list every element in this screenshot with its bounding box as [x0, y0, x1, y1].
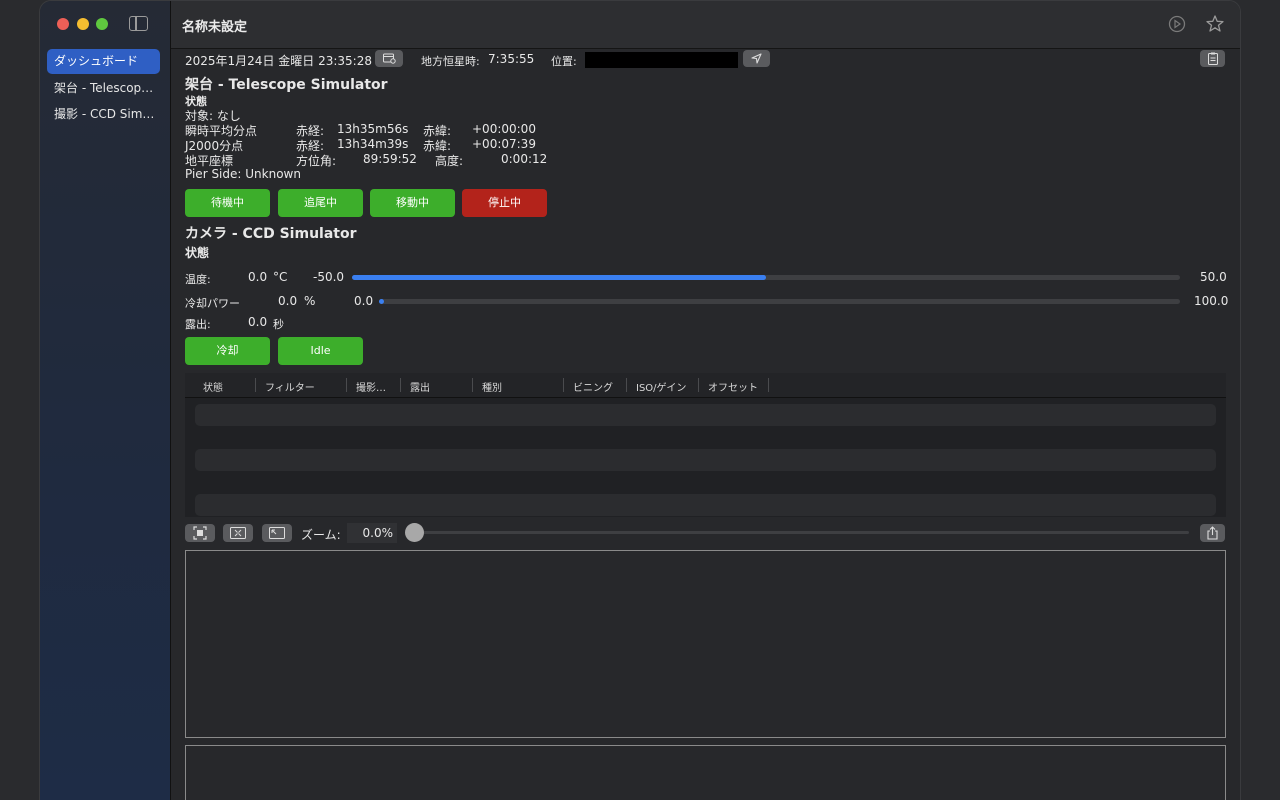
expand-image-icon [269, 527, 285, 539]
column-header[interactable]: ISO/ゲイン [636, 379, 686, 394]
table-header: 状態 フィルター 撮影… 露出 種別 ビニング ISO/ゲイン オフセット [185, 373, 1226, 398]
coord-b-label: 高度: [435, 154, 464, 168]
stop-status-button[interactable]: 停止中 [462, 189, 547, 217]
idle-button[interactable]: Idle [278, 337, 363, 365]
temperature-min: -50.0 [313, 270, 345, 284]
temperature-unit: °C [273, 270, 288, 284]
sidebar-item-label: ダッシュボード [54, 54, 139, 68]
camera-status-label: 状態 [185, 246, 210, 260]
image-preview-panel[interactable] [185, 550, 1226, 738]
column-divider [472, 378, 473, 392]
clipboard-button[interactable] [1200, 50, 1225, 67]
sidebar-toggle-icon[interactable] [129, 16, 148, 31]
column-header[interactable]: 種別 [482, 379, 502, 394]
zoom-out-image-button[interactable] [223, 524, 253, 542]
current-datetime: 2025年1月24日 金曜日 23:35:28 [185, 54, 372, 68]
location-label: 位置: [551, 55, 577, 68]
location-arrow-icon [751, 53, 762, 64]
exposure-label: 露出: [185, 318, 211, 331]
pier-side: Pier Side: Unknown [185, 167, 301, 181]
sidebar-item-dashboard[interactable]: ダッシュボード [47, 49, 160, 74]
cooler-power-bar-fill [379, 299, 384, 304]
coord-a-value: 13h34m39s [337, 137, 409, 151]
column-header[interactable]: フィルター [265, 379, 315, 394]
play-circle-icon[interactable] [1168, 15, 1186, 33]
column-divider [768, 378, 769, 392]
column-header[interactable]: ビニング [573, 379, 613, 394]
zoom-value-field[interactable]: 0.0% [347, 523, 397, 543]
camera-heading: カメラ - CCD Simulator [185, 226, 357, 242]
sidebar: ダッシュボード 架台 - Telescope Simulator 撮影 - CC… [40, 1, 171, 800]
zoom-label: ズーム: [301, 528, 341, 542]
location-field[interactable] [585, 52, 738, 68]
table-row[interactable] [195, 494, 1216, 516]
zoom-slider-track[interactable] [412, 531, 1189, 534]
calendar-icon [383, 53, 396, 64]
table-row[interactable] [195, 449, 1216, 471]
exposure-unit: 秒 [273, 318, 284, 331]
clipboard-icon [1208, 52, 1218, 65]
column-header[interactable]: 撮影… [356, 379, 386, 394]
cooler-power-unit: % [304, 294, 316, 308]
column-header[interactable]: 状態 [203, 379, 223, 394]
coord-a-value: 13h35m56s [337, 122, 409, 136]
sidebar-item-label: 撮影 - CCD Simulator [54, 107, 155, 121]
shrink-image-icon [230, 527, 246, 539]
tracking-status-button[interactable]: 追尾中 [278, 189, 363, 217]
zoom-window-button[interactable] [96, 18, 108, 30]
column-header[interactable]: オフセット [708, 379, 758, 394]
histogram-panel [185, 745, 1226, 800]
cooler-power-max: 100.0 [1194, 294, 1229, 308]
calendar-button[interactable] [375, 50, 403, 67]
column-divider [400, 378, 401, 392]
sequence-table: 状態 フィルター 撮影… 露出 種別 ビニング ISO/ゲイン オフセット [185, 373, 1226, 517]
temperature-bar [352, 275, 1180, 280]
fit-frame-button[interactable] [185, 524, 215, 542]
exposure-value: 0.0 [248, 315, 268, 329]
close-window-button[interactable] [57, 18, 69, 30]
locate-button[interactable] [743, 50, 770, 67]
sidebar-item-camera[interactable]: 撮影 - CCD Simulator [47, 102, 155, 127]
zoom-in-image-button[interactable] [262, 524, 292, 542]
column-divider [255, 378, 256, 392]
coord-b-value: +00:00:00 [472, 122, 536, 136]
cooler-power-min: 0.0 [354, 294, 374, 308]
table-row[interactable] [195, 404, 1216, 426]
mount-heading: 架台 - Telescope Simulator [185, 77, 388, 93]
column-divider [346, 378, 347, 392]
cooler-power-label: 冷却パワー [185, 297, 240, 310]
window-title: 名称未設定 [182, 20, 248, 35]
coord-a-value: 89:59:52 [363, 152, 417, 166]
frame-corners-icon [193, 526, 207, 540]
idle-status-button[interactable]: 待機中 [185, 189, 270, 217]
column-divider [563, 378, 564, 392]
pin-star-icon[interactable] [1205, 14, 1225, 34]
coord-b-value: +00:07:39 [472, 137, 536, 151]
sidereal-time-value: 7:35:55 [488, 52, 535, 66]
title-bar: 名称未設定 [171, 1, 1240, 49]
temperature-max: 50.0 [1200, 270, 1227, 284]
app-window: ダッシュボード 架台 - Telescope Simulator 撮影 - CC… [40, 1, 1240, 800]
share-icon [1207, 526, 1218, 540]
sidereal-time-label: 地方恒星時: [421, 55, 480, 68]
cool-button[interactable]: 冷却 [185, 337, 270, 365]
temperature-bar-fill [352, 275, 766, 280]
column-header[interactable]: 露出 [410, 379, 430, 394]
sidebar-item-label: 架台 - Telescope Simulator [54, 81, 155, 95]
column-divider [626, 378, 627, 392]
column-divider [698, 378, 699, 392]
zoom-slider-thumb[interactable] [405, 523, 424, 542]
coord-a-label: 方位角: [296, 154, 337, 168]
slewing-status-button[interactable]: 移動中 [370, 189, 455, 217]
minimize-window-button[interactable] [77, 18, 89, 30]
cooler-power-value: 0.0 [278, 294, 298, 308]
temperature-label: 温度: [185, 273, 211, 286]
cooler-power-bar [379, 299, 1180, 304]
coord-b-value: 0:00:12 [501, 152, 548, 166]
share-button[interactable] [1200, 524, 1225, 542]
temperature-value: 0.0 [248, 270, 268, 284]
dashboard-content: 2025年1月24日 金曜日 23:35:28 地方恒星時: 7:35:55 位… [171, 49, 1240, 800]
sidebar-item-mount[interactable]: 架台 - Telescope Simulator [47, 76, 155, 101]
